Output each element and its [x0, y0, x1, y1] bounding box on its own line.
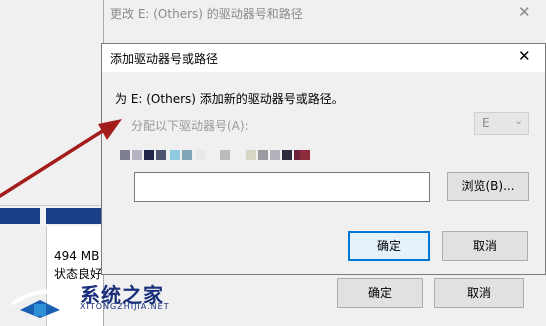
annotation-arrow-icon [0, 119, 122, 198]
watermark-url: XITONGZHIJIA.NET [80, 302, 170, 311]
watermark-logo-icon [10, 289, 73, 318]
